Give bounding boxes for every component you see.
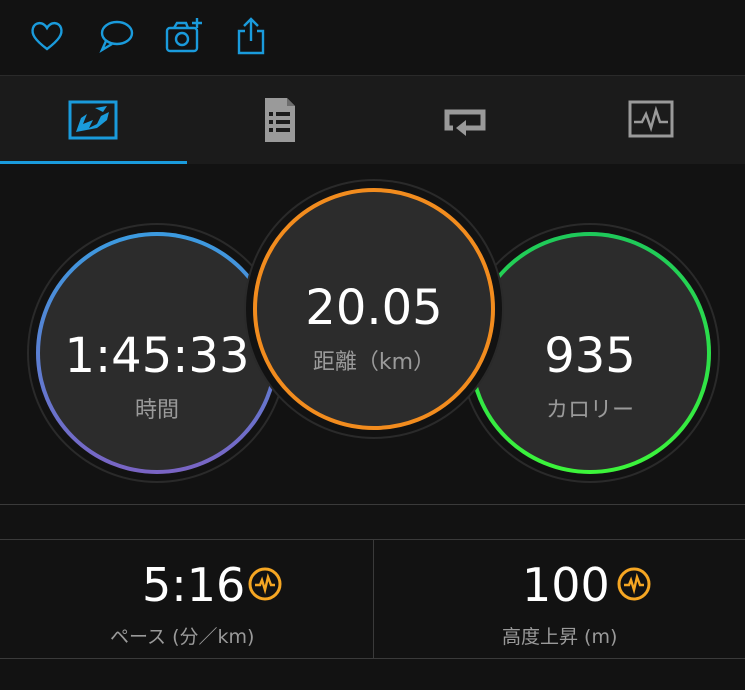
tab-charts[interactable] (558, 76, 744, 164)
pace-label: ペース (分／km) (110, 626, 255, 648)
calories-label: カロリー (545, 398, 634, 423)
chart-icon (628, 100, 674, 138)
heart-icon[interactable] (25, 14, 69, 58)
stats-document-icon (265, 98, 295, 142)
pace-stat[interactable]: 5:16 ペース (分／km) (0, 540, 373, 658)
distance-value: 20.05 (305, 280, 443, 336)
distance-label: 距離（km） (312, 350, 436, 375)
tab-laps[interactable] (372, 76, 558, 164)
add-photo-icon[interactable] (162, 14, 206, 58)
calories-value: 935 (544, 328, 636, 384)
time-ring[interactable]: 1:45:33 時間 (36, 232, 278, 474)
heart-rate-badge-icon (248, 567, 282, 601)
comment-icon[interactable] (94, 14, 138, 58)
elevation-stat[interactable]: 100 高度上昇 (m) (374, 540, 745, 658)
map-overview-icon (68, 100, 118, 140)
stats-row: 5:16 ペース (分／km) 100 高度上昇 (m) (0, 540, 745, 659)
footer-area (0, 659, 745, 690)
tab-details[interactable] (186, 76, 372, 164)
pace-value: 5:16 (142, 558, 246, 612)
laps-icon (444, 109, 486, 136)
summary-rings: 1:45:33 時間 935 カロリー 20.05 距離（km） (0, 164, 745, 505)
share-icon[interactable] (229, 14, 273, 58)
calories-ring[interactable]: 935 カロリー (469, 232, 711, 474)
heart-rate-badge-icon (617, 567, 651, 601)
time-label: 時間 (134, 398, 179, 423)
tab-bar (0, 75, 745, 165)
time-value: 1:45:33 (64, 328, 250, 384)
top-toolbar (0, 0, 745, 75)
section-spacer (0, 505, 745, 540)
distance-ring[interactable]: 20.05 距離（km） (253, 188, 495, 430)
tab-overview[interactable] (0, 76, 186, 164)
elevation-value: 100 (522, 558, 610, 612)
elevation-label: 高度上昇 (m) (502, 626, 618, 648)
